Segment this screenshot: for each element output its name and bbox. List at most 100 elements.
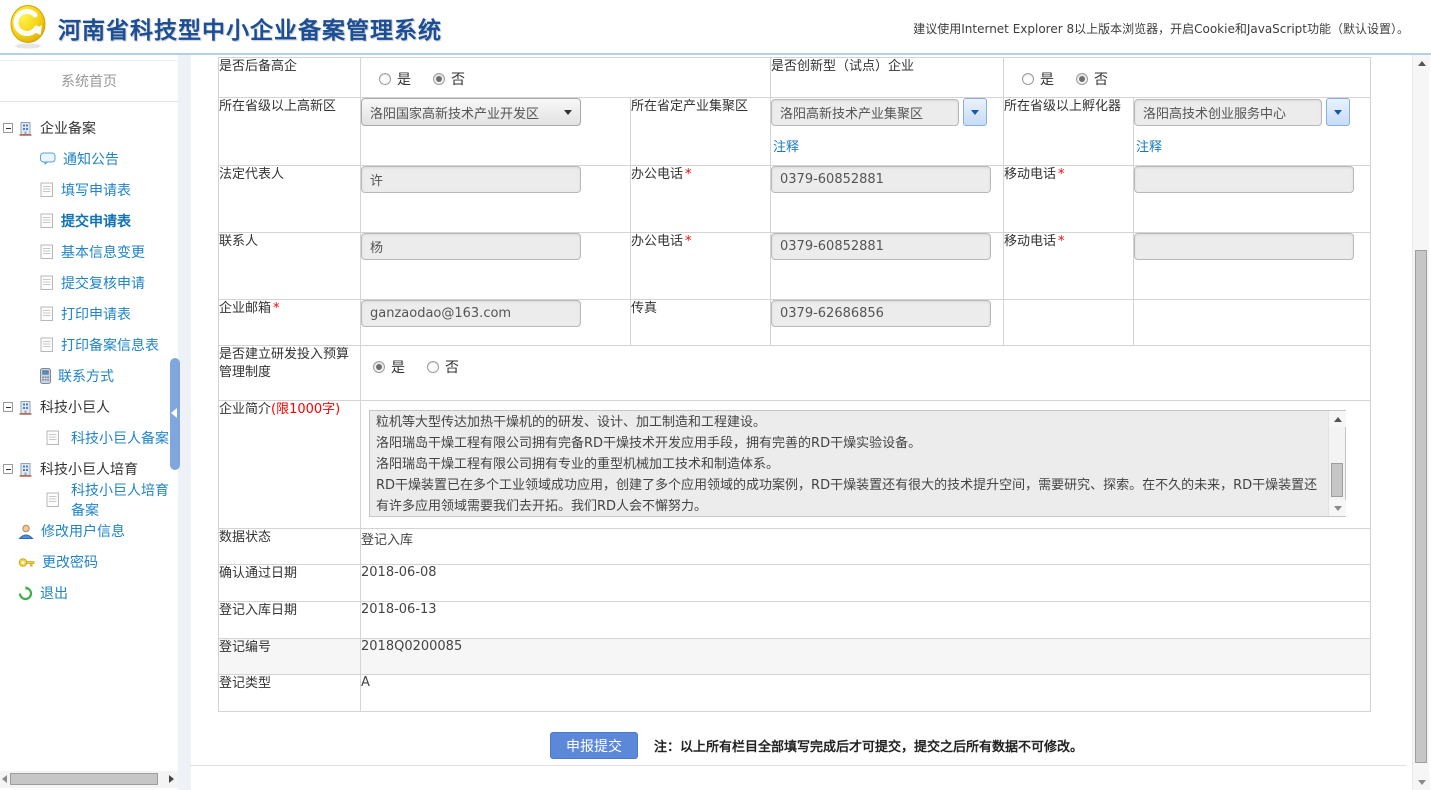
data-status-value: 登记入库	[361, 529, 1371, 565]
office-phone-input[interactable]	[771, 233, 991, 260]
field-label: 所在省级以上孵化器	[1004, 98, 1134, 166]
speech-bubble-icon	[40, 152, 56, 166]
sidebar-item-edit-user-info[interactable]: 修改用户信息	[0, 516, 178, 546]
incubator-value[interactable]: 洛阳高技术创业服务中心	[1134, 99, 1322, 126]
table-row: 企业简介(限1000字) 粒机等大型传达加热干燥机的的研发、设计、加工制造和工程…	[219, 401, 1371, 529]
field-label: 是否创新型（试点）企业	[771, 58, 1004, 98]
radio-no[interactable]	[1076, 73, 1088, 85]
chevron-down-icon	[1334, 110, 1342, 115]
field-label: 确认通过日期	[219, 565, 361, 602]
browser-recommendation: 建议使用Internet Explorer 8以上版本浏览器，开启Cookie和…	[913, 20, 1409, 37]
fax-input[interactable]	[771, 300, 991, 327]
scroll-up-icon[interactable]	[1413, 55, 1430, 71]
sidebar-home[interactable]: 系统首页	[0, 60, 178, 102]
sidebar-item-contact-info[interactable]: 联系方式	[0, 361, 178, 391]
scrollbar-thumb[interactable]	[1331, 463, 1343, 497]
sidebar-item-label: 基本信息变更	[61, 242, 145, 262]
innovative-enterprise-radio-group: 是 否	[1004, 58, 1370, 89]
sidebar-item-label: 科技小巨人培育备案	[71, 480, 178, 520]
radio-yes[interactable]	[373, 361, 385, 373]
building-icon	[18, 121, 33, 136]
scroll-left-icon[interactable]	[2, 775, 7, 783]
reserve-hightech-radio-group: 是 否	[361, 58, 770, 89]
page-scrollbar[interactable]	[1412, 55, 1429, 790]
table-row: 是否建立研发投入预算管理制度 是 否	[219, 346, 1371, 401]
document-icon	[40, 213, 54, 229]
empty-cell	[1134, 300, 1371, 346]
field-label: 是否建立研发投入预算管理制度	[219, 346, 361, 401]
radio-label: 是	[397, 69, 411, 89]
required-mark: *	[685, 234, 692, 249]
key-icon	[18, 556, 35, 569]
sidebar: 系统首页 企业备案 通知公告 填写申请表 提交申请表 基本信息变	[0, 55, 178, 790]
person-icon	[18, 524, 34, 539]
submit-button[interactable]: 申报提交	[550, 732, 638, 759]
sidebar-item-tech-giant-filing[interactable]: 科技小巨人备案	[0, 423, 178, 453]
legal-representative-input[interactable]	[361, 166, 581, 193]
field-label: 企业简介(限1000字)	[219, 401, 361, 529]
sidebar-item-label: 科技小巨人备案	[71, 428, 169, 448]
sidebar-item-label: 退出	[40, 583, 68, 603]
industry-cluster-dropdown-button[interactable]	[963, 98, 987, 126]
sidebar-group-enterprise-filing[interactable]: 企业备案	[0, 113, 178, 143]
sidebar-item-fill-application[interactable]: 填写申请表	[0, 175, 178, 205]
collapse-minus-icon[interactable]	[3, 123, 13, 133]
incubator-dropdown-button[interactable]	[1326, 98, 1350, 126]
incubator-note-link[interactable]: 注释	[1136, 136, 1162, 155]
scroll-right-icon[interactable]	[169, 775, 174, 783]
radio-yes[interactable]	[1022, 73, 1034, 85]
sidebar-item-submit-review[interactable]: 提交复核申请	[0, 268, 178, 298]
cluster-note-link[interactable]: 注释	[773, 136, 799, 155]
sidebar-item-label: 修改用户信息	[41, 521, 125, 541]
sidebar-item-basic-info-change[interactable]: 基本信息变更	[0, 237, 178, 267]
textarea-scrollbar[interactable]	[1328, 411, 1345, 516]
scroll-down-icon[interactable]	[1329, 500, 1346, 516]
radio-no[interactable]	[433, 73, 445, 85]
radio-label: 否	[445, 357, 459, 377]
collapse-minus-icon[interactable]	[3, 402, 13, 412]
sidebar-item-notices[interactable]: 通知公告	[0, 144, 178, 174]
sidebar-item-tech-giant-cultivation-filing[interactable]: 科技小巨人培育备案	[0, 485, 178, 515]
header-divider	[0, 53, 1431, 55]
field-label: 登记入库日期	[219, 602, 361, 639]
sidebar-menu: 企业备案 通知公告 填写申请表 提交申请表 基本信息变更 提交复核申请	[0, 113, 178, 609]
sidebar-horizontal-scrollbar[interactable]	[0, 771, 178, 788]
sidebar-item-logout[interactable]: 退出	[0, 578, 178, 608]
collapse-minus-icon[interactable]	[3, 464, 13, 474]
field-label: 移动电话*	[1004, 166, 1134, 233]
office-phone-input[interactable]	[771, 166, 991, 193]
scroll-down-icon[interactable]	[1413, 774, 1430, 790]
radio-no[interactable]	[427, 361, 439, 373]
document-icon	[40, 337, 54, 353]
scrollbar-thumb[interactable]	[10, 773, 158, 785]
sidebar-group-tech-giant[interactable]: 科技小巨人	[0, 392, 178, 422]
sidebar-item-change-password[interactable]: 更改密码	[0, 547, 178, 577]
scrollbar-thumb[interactable]	[1415, 250, 1427, 763]
sidebar-item-submit-application[interactable]: 提交申请表	[0, 206, 178, 236]
contact-person-input[interactable]	[361, 233, 581, 260]
confirm-date-value: 2018-06-08	[361, 565, 1371, 602]
radio-label: 是	[391, 357, 405, 377]
field-label: 移动电话*	[1004, 233, 1134, 300]
select-value: 洛阳国家高新技术产业开发区	[370, 103, 539, 122]
table-row: 登记类型 A	[219, 675, 1371, 712]
company-profile-textarea[interactable]: 粒机等大型传达加热干燥机的的研发、设计、加工制造和工程建设。 洛阳瑞岛干燥工程有…	[370, 411, 1328, 516]
hitech-zone-select[interactable]: 洛阳国家高新技术产业开发区	[361, 98, 581, 126]
sidebar-item-print-application[interactable]: 打印申请表	[0, 299, 178, 329]
required-mark: *	[1058, 234, 1065, 249]
industry-cluster-value[interactable]: 洛阳高新技术产业集聚区	[771, 99, 959, 126]
table-row: 登记编号 2018Q0200085	[219, 639, 1371, 675]
field-label: 所在省级以上高新区	[219, 98, 361, 166]
sidebar-item-print-filing-info[interactable]: 打印备案信息表	[0, 330, 178, 360]
mobile-phone-input[interactable]	[1134, 233, 1354, 260]
company-email-input[interactable]	[361, 300, 581, 327]
register-number-value: 2018Q0200085	[361, 639, 1371, 675]
scroll-up-icon[interactable]	[1329, 411, 1346, 427]
sidebar-collapse-handle[interactable]	[170, 358, 180, 470]
radio-yes[interactable]	[379, 73, 391, 85]
collapse-arrow-icon	[171, 408, 177, 418]
app-logo-icon	[8, 4, 50, 50]
table-row: 法定代表人 办公电话* 移动电话*	[219, 166, 1371, 233]
field-label: 企业邮箱*	[219, 300, 361, 346]
mobile-phone-input[interactable]	[1134, 166, 1354, 193]
